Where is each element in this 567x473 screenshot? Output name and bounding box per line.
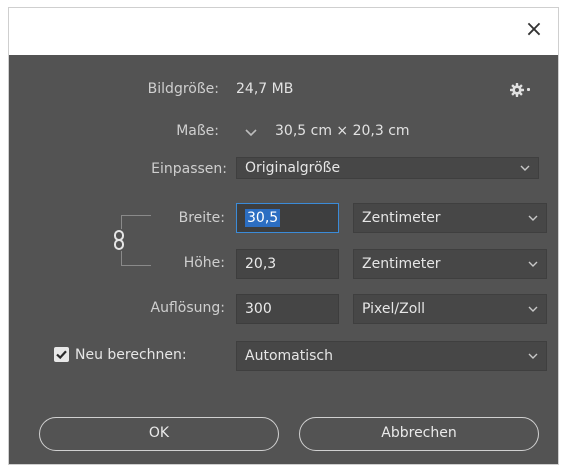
height-value: 20,3 (245, 256, 277, 272)
resolution-unit-select[interactable]: Pixel/Zoll (353, 294, 547, 324)
fit-to-value: Originalgröße (245, 160, 341, 176)
resample-method-select[interactable]: Automatisch (236, 341, 547, 371)
resample-method-value: Automatisch (245, 348, 333, 364)
dialog-body: Bildgröße: 24,7 MB Maße: 30,5 cm × 20,3 … (9, 55, 558, 464)
checkmark-icon (56, 350, 67, 360)
resolution-label: Auflösung: (150, 300, 225, 316)
chevron-down-icon (528, 306, 538, 312)
gear-icon[interactable] (509, 82, 525, 98)
chevron-down-icon (520, 165, 530, 171)
chevron-down-icon (528, 353, 538, 359)
resample-checkbox[interactable] (54, 347, 69, 362)
link-bracket-bottom (121, 251, 122, 265)
dimensions-label: Maße: (176, 123, 219, 139)
width-unit-value: Zentimeter (362, 210, 441, 226)
image-size-label: Bildgröße: (147, 81, 219, 97)
resample-label[interactable]: Neu berechnen: (75, 347, 187, 363)
width-value: 30,5 (245, 209, 281, 227)
link-bracket-top (121, 215, 122, 229)
chain-link-icon[interactable] (112, 229, 126, 251)
close-icon[interactable]: × (520, 16, 548, 44)
resolution-unit-value: Pixel/Zoll (362, 301, 426, 317)
chevron-down-icon (528, 215, 538, 221)
width-unit-select[interactable]: Zentimeter (353, 203, 547, 233)
image-size-value: 24,7 MB (236, 81, 294, 97)
cancel-button[interactable]: Abbrechen (299, 417, 539, 451)
height-input[interactable]: 20,3 (236, 249, 339, 279)
chevron-down-icon (528, 261, 538, 267)
image-size-dialog-window: × Bildgröße: 24,7 MB Maße: 30,5 cm × 20,… (8, 7, 559, 465)
resolution-value: 300 (245, 301, 272, 317)
link-bracket-top-arm (121, 215, 151, 216)
dimensions-value: 30,5 cm × 20,3 cm (275, 123, 410, 139)
width-input[interactable]: 30,5 (236, 203, 339, 233)
height-label: Höhe: (183, 255, 225, 271)
fit-to-select[interactable]: Originalgröße (236, 157, 539, 179)
title-bar: × (9, 8, 558, 55)
width-label: Breite: (178, 210, 225, 226)
height-unit-value: Zentimeter (362, 256, 441, 272)
height-unit-select[interactable]: Zentimeter (353, 249, 547, 279)
ok-button[interactable]: OK (39, 417, 279, 451)
resolution-input[interactable]: 300 (236, 294, 339, 324)
fit-to-label: Einpassen: (151, 161, 227, 177)
chevron-down-icon[interactable] (243, 126, 259, 140)
link-bracket-bottom-arm (121, 265, 151, 266)
gear-menu-dot (527, 88, 530, 91)
